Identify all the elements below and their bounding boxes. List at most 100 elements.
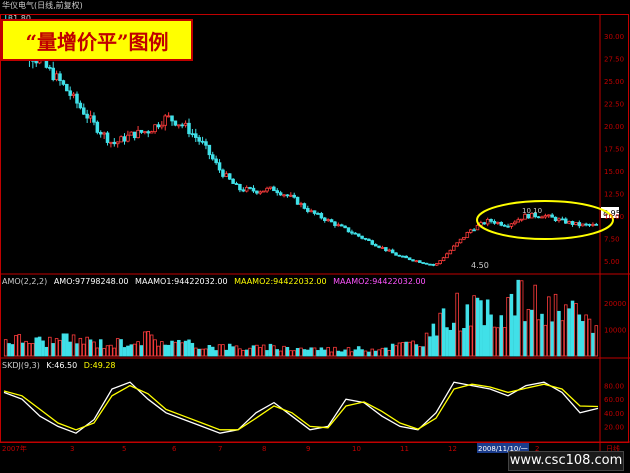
- candle-body: [343, 225, 347, 229]
- candle-body: [265, 187, 269, 192]
- volume-bar: [34, 337, 39, 357]
- volume-bar: [44, 346, 49, 357]
- volume-bar: [509, 293, 514, 357]
- volume-bar: [261, 344, 266, 357]
- candle-body: [292, 194, 296, 198]
- volume-bar: [95, 347, 100, 357]
- volume-bar: [496, 327, 500, 357]
- candle-body: [550, 214, 554, 218]
- volume-bar: [65, 333, 69, 357]
- volume-bar: [139, 345, 144, 357]
- volume-bar: [17, 334, 22, 357]
- price-tick-label: 10.00: [604, 213, 624, 221]
- candle-body: [183, 122, 188, 126]
- candle-body: [482, 222, 487, 225]
- volume-bar: [200, 348, 205, 357]
- volume-bar: [333, 346, 337, 357]
- volume-bar: [540, 313, 544, 357]
- candle-body: [547, 214, 551, 217]
- volume-bar: [519, 280, 524, 357]
- candle-body: [71, 93, 76, 96]
- price-tick-label: 25.00: [604, 78, 624, 86]
- volume-tick-label: 20000: [604, 300, 626, 308]
- candle-body: [295, 196, 300, 205]
- candle-body: [82, 107, 86, 115]
- candle-body: [129, 131, 134, 136]
- candle-body: [85, 113, 89, 119]
- candle-body: [119, 136, 123, 143]
- volume-bar: [302, 349, 307, 357]
- candle-body: [360, 235, 364, 239]
- candle-body: [390, 249, 395, 254]
- candle-body: [475, 225, 480, 231]
- volume-tick-label: 10000: [604, 327, 626, 335]
- candle-body: [241, 189, 246, 192]
- volume-bar: [353, 349, 358, 357]
- candle-body: [136, 129, 140, 139]
- candle-body: [149, 131, 154, 134]
- volume-bar: [591, 332, 595, 357]
- kdj-tick-label: 80.00: [604, 383, 624, 391]
- candle-body: [560, 218, 565, 221]
- candle-body: [302, 203, 307, 209]
- date-tick-label: 2007年: [2, 444, 27, 453]
- candle-body: [275, 190, 279, 194]
- amo-value: AMO:97798248.00: [54, 277, 129, 286]
- volume-bar: [448, 329, 453, 357]
- volume-bar: [244, 349, 249, 357]
- volume-bar: [3, 339, 8, 357]
- volume-bar: [48, 336, 52, 357]
- volume-bar: [136, 341, 140, 357]
- volume-bar: [251, 345, 256, 357]
- highlight-ellipse: [476, 200, 614, 240]
- volume-bar: [309, 347, 313, 357]
- candle-body: [438, 260, 442, 264]
- candle-body: [272, 186, 276, 192]
- price-tick-label: 20.00: [604, 123, 624, 131]
- volume-bar: [445, 327, 449, 357]
- volume-bar: [268, 343, 273, 357]
- volume-bar: [462, 328, 466, 357]
- candle-body: [170, 115, 174, 122]
- volume-bar: [177, 339, 181, 357]
- candle-body: [61, 80, 66, 85]
- volume-bar: [299, 347, 303, 357]
- candle-body: [126, 134, 130, 142]
- candle-body: [214, 158, 218, 164]
- volume-bar: [577, 314, 582, 357]
- candle-body: [115, 141, 120, 145]
- volume-bar: [343, 349, 347, 357]
- volume-bar: [58, 339, 62, 357]
- volume-bar: [112, 347, 117, 357]
- candle-body: [51, 67, 55, 81]
- candle-body: [268, 186, 273, 189]
- volume-bar: [485, 299, 490, 357]
- volume-bar: [149, 334, 154, 357]
- price-tick-label: 15.00: [604, 168, 624, 176]
- candle-body: [180, 124, 184, 127]
- candle-body: [329, 219, 334, 223]
- volume-bar: [166, 344, 171, 357]
- volume-bar: [14, 335, 18, 357]
- candle-body: [153, 124, 157, 133]
- volume-bar: [475, 297, 480, 357]
- candle-body: [563, 218, 568, 224]
- price-tick-label: 12.50: [604, 191, 624, 199]
- candle-body: [407, 257, 412, 261]
- volume-bar: [384, 347, 388, 357]
- volume-bar: [553, 293, 558, 357]
- candle-body: [401, 255, 405, 258]
- volume-bar: [153, 339, 157, 357]
- candle-body: [397, 254, 402, 257]
- date-tick-label: 8: [262, 445, 266, 453]
- volume-bar: [132, 343, 137, 357]
- date-tick-label: 11: [400, 445, 409, 453]
- volume-bar: [404, 341, 408, 357]
- kdj-tick-label: 60.00: [604, 396, 624, 404]
- kdj-layer: [3, 381, 599, 434]
- candle-body: [312, 210, 317, 214]
- candle-body: [289, 194, 293, 197]
- candle-body: [377, 245, 381, 248]
- kdj-tick-label: 40.00: [604, 410, 624, 418]
- maamo2-value: MAAMO2:94422032.00: [234, 277, 327, 286]
